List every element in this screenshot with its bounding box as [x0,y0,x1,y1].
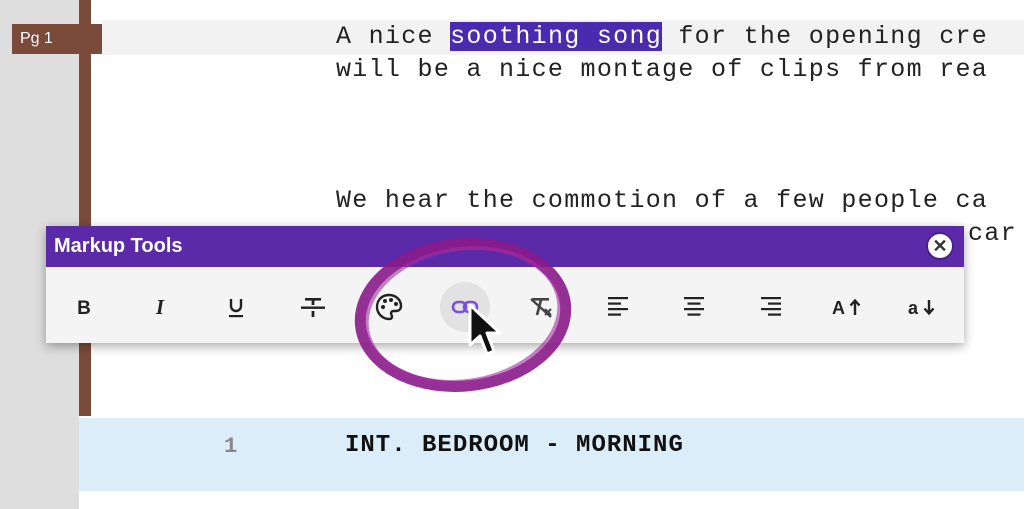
clear-format-button[interactable] [516,282,566,332]
svg-text:B: B [77,298,91,319]
close-icon: ✕ [932,236,948,256]
lowercase-button[interactable]: a [898,282,948,332]
page-marker-label: Pg 1 [20,30,53,47]
page-marker[interactable]: Pg 1 [12,24,102,54]
page-margin-bar [79,0,91,416]
scene-number: 1 [224,434,238,459]
svg-text:I: I [155,295,165,319]
underline-button[interactable] [211,282,261,332]
bold-button[interactable]: B [59,282,109,332]
script-text-after-selection: for the opening cre [662,22,989,51]
align-right-button[interactable] [746,282,796,332]
markup-tools-title: Markup Tools [54,235,183,257]
clear-format-icon [530,298,552,318]
script-line-4[interactable]: car [968,219,1017,248]
align-center-button[interactable] [669,282,719,332]
strikethrough-button[interactable] [288,282,338,332]
svg-text:A: A [832,298,845,318]
markup-tools-header[interactable]: Markup Tools ✕ [46,226,964,267]
script-line-1[interactable]: A nice soothing song for the opening cre [336,22,988,51]
palette-icon [375,293,403,321]
align-left-icon [608,297,628,316]
script-line-2[interactable]: will be a nice montage of clips from rea [336,55,988,84]
italic-icon: I [155,295,165,319]
link-button[interactable] [440,282,490,332]
align-center-icon [684,297,704,316]
close-button[interactable]: ✕ [926,232,954,260]
bold-icon: B [77,298,91,319]
strikethrough-icon [301,298,325,317]
script-line-3[interactable]: We hear the commotion of a few people ca [336,186,988,215]
align-right-icon [761,297,781,316]
scene-heading[interactable]: INT. BEDROOM - MORNING [345,432,684,459]
script-text-before-selection: A nice [336,22,451,51]
color-palette-button[interactable] [364,282,414,332]
lowercase-icon: a [908,298,935,318]
align-left-button[interactable] [593,282,643,332]
selected-text[interactable]: soothing song [450,22,663,51]
uppercase-icon: A [832,298,861,318]
underline-icon [229,299,243,318]
link-icon [451,300,479,314]
svg-text:a: a [908,298,919,318]
uppercase-button[interactable]: A [822,282,872,332]
italic-button[interactable]: I [135,282,185,332]
markup-tools-panel: Markup Tools ✕ B I A a [46,226,964,343]
